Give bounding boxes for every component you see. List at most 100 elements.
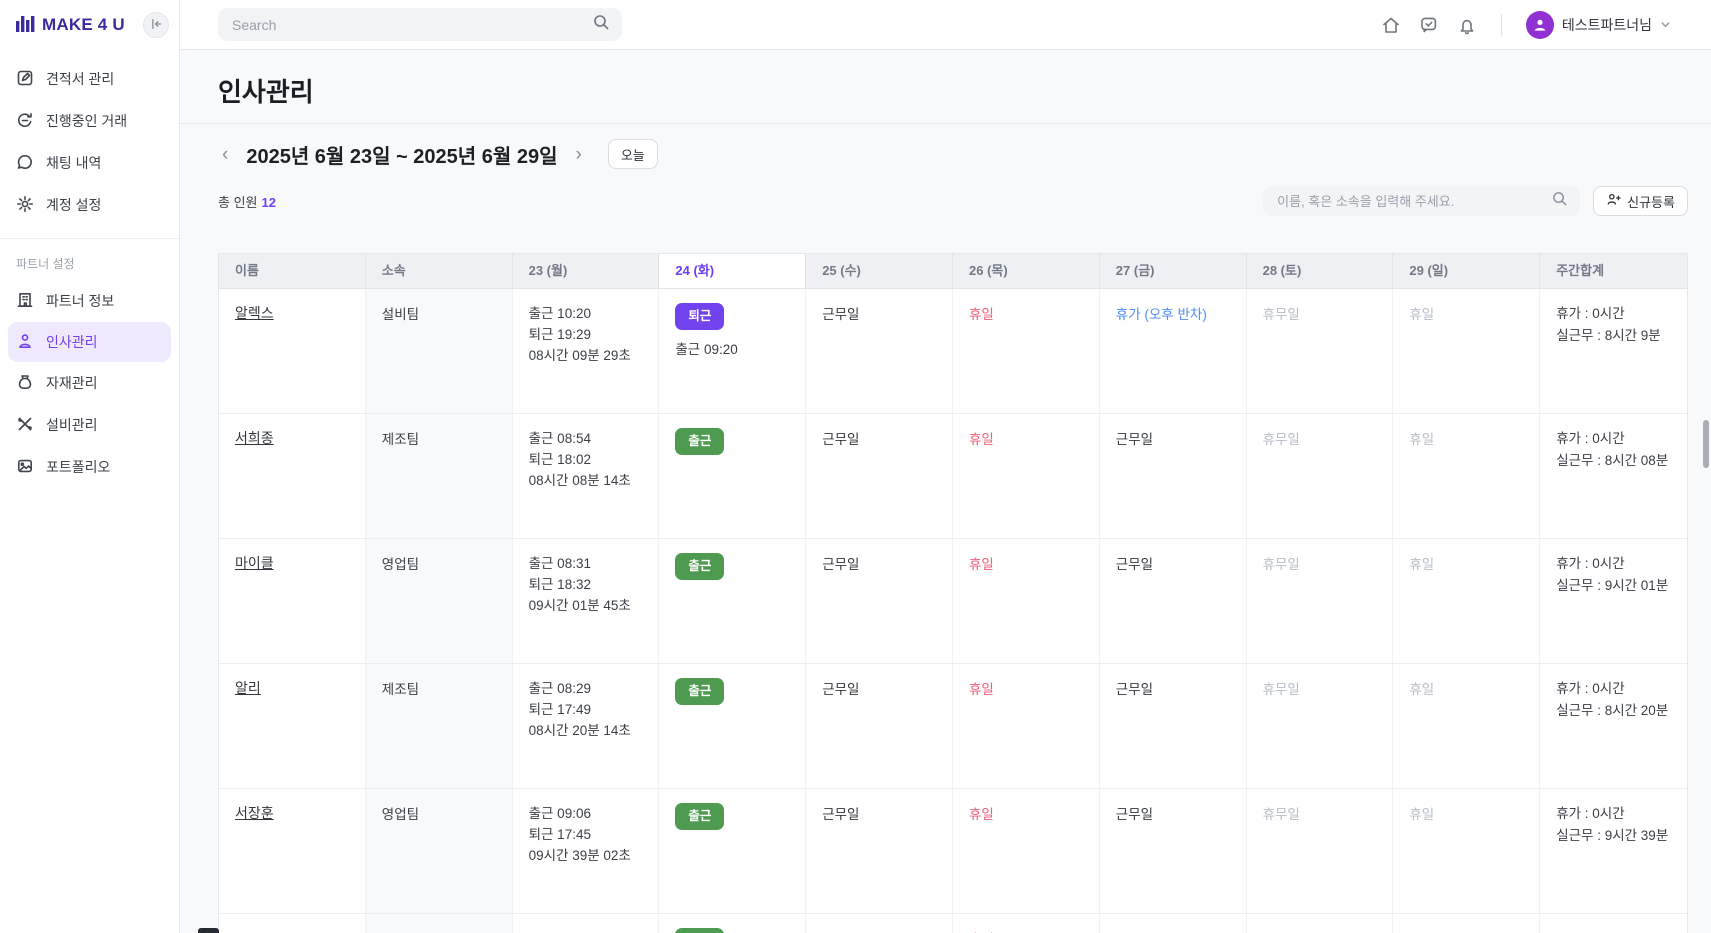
main-area: 테스트파트너님 인사관리 ‹ 2025년 6월 23일 ~ 2025년 6월 2… — [180, 0, 1711, 933]
employee-name-link[interactable]: 마이클 — [235, 553, 349, 573]
sidebar-item-label: 파트너 정보 — [46, 291, 114, 311]
sidebar-item-account-settings[interactable]: 계정 설정 — [0, 184, 179, 226]
attendance-line: 출근 10:20 — [529, 303, 643, 324]
weekly-total-cell: 휴가 : 0시간실근무 : 8시간 20분 — [1540, 664, 1687, 788]
attendance-line: 출근 09:06 — [529, 803, 643, 824]
weekly-total-cell: 휴가 : 0시간실근무 : 8시간 08분 — [1540, 414, 1687, 538]
day-cell-sun: 휴일 — [1393, 289, 1540, 413]
day-cell-thu: 휴일 — [953, 289, 1100, 413]
table-controls: 총 인원12 — [218, 186, 1688, 216]
day-cell-fri: 근무일 — [1100, 414, 1247, 538]
table-row: 출근휴일 — [219, 914, 1687, 933]
day-cell-today: 출근 — [659, 414, 806, 538]
avatar — [1526, 11, 1554, 39]
global-search-input[interactable] — [230, 16, 592, 34]
employee-name-link[interactable]: 알리 — [235, 678, 349, 698]
day-cell-mon: 출근 08:31퇴근 18:3209시간 01분 45초 — [513, 539, 660, 663]
attendance-line: 08시간 20분 14초 — [529, 720, 643, 741]
day-cell-sat: 휴무일 — [1247, 289, 1394, 413]
date-range-label: 2025년 6월 23일 ~ 2025년 6월 29일 — [246, 140, 557, 169]
date-navigation: ‹ 2025년 6월 23일 ~ 2025년 6월 29일 › 오늘 — [218, 139, 1688, 169]
day-cell-thu: 휴일 — [953, 914, 1100, 933]
day-cell-thu: 휴일 — [953, 539, 1100, 663]
prev-week-button[interactable]: ‹ — [218, 143, 232, 166]
day-cell-wed: 근무일 — [806, 664, 953, 788]
global-search[interactable] — [218, 8, 622, 41]
sidebar-item-quotes[interactable]: 견적서 관리 — [0, 58, 179, 100]
status-badge: 출근 — [675, 803, 724, 830]
sidebar-item-materials[interactable]: 자재관리 — [0, 362, 179, 404]
total-line: 실근무 : 8시간 20분 — [1556, 700, 1671, 722]
table-header-row: 이름소속23 (월)24 (화)25 (수)26 (목)27 (금)28 (토)… — [219, 254, 1687, 289]
sidebar-item-label: 진행중인 거래 — [46, 111, 127, 131]
employee-search[interactable] — [1263, 186, 1580, 216]
app-window: MAKE 4 U 견적서 관리 — [0, 0, 1711, 933]
day-cell-sat: 휴무일 — [1247, 789, 1394, 913]
day-cell-fri: 근무일 — [1100, 539, 1247, 663]
day-cell-wed: 근무일 — [806, 289, 953, 413]
sidebar-item-deals[interactable]: 진행중인 거래 — [0, 100, 179, 142]
employee-name-link[interactable]: 알렉스 — [235, 303, 349, 323]
attendance-line: 08시간 09분 29초 — [529, 345, 643, 366]
team-cell: 영업팀 — [366, 789, 513, 913]
sidebar-item-label: 견적서 관리 — [46, 69, 114, 89]
support-icon[interactable] — [1419, 15, 1439, 35]
vertical-scrollbar[interactable] — [1703, 420, 1709, 468]
sidebar-item-chats[interactable]: 채팅 내역 — [0, 142, 179, 184]
search-icon[interactable] — [1551, 190, 1568, 212]
attendance-line: 퇴근 17:45 — [529, 824, 643, 845]
total-line: 실근무 : 9시간 39분 — [1556, 825, 1671, 847]
logo-bars-icon — [16, 14, 35, 37]
day-cell-sun — [1393, 914, 1540, 933]
col-header-3: 24 (화) — [659, 254, 806, 288]
table-row: 마이클영업팀출근 08:31퇴근 18:3209시간 01분 45초출근근무일휴… — [219, 539, 1687, 664]
employee-search-input[interactable] — [1275, 193, 1551, 210]
attendance-line: 출근 08:29 — [529, 678, 643, 699]
day-cell-sat: 휴무일 — [1247, 539, 1394, 663]
home-icon[interactable] — [1381, 15, 1401, 35]
title-divider — [180, 123, 1711, 124]
col-header-6: 27 (금) — [1100, 254, 1247, 288]
day-cell-sun: 휴일 — [1393, 414, 1540, 538]
employee-name-link[interactable]: 서장훈 — [235, 803, 349, 823]
col-header-5: 26 (목) — [953, 254, 1100, 288]
total-line: 실근무 : 8시간 9분 — [1556, 325, 1671, 347]
total-line: 실근무 : 8시간 08분 — [1556, 450, 1671, 472]
sidebar-item-portfolio[interactable]: 포트폴리오 — [0, 446, 179, 488]
team-cell: 제조팀 — [366, 414, 513, 538]
notification-icon[interactable] — [1457, 15, 1477, 35]
day-cell-fri — [1100, 914, 1247, 933]
day-cell-today: 출근 — [659, 664, 806, 788]
chevron-down-icon — [1660, 17, 1671, 33]
register-new-button[interactable]: 신규등록 — [1593, 186, 1688, 216]
gear-icon — [16, 195, 34, 216]
app-logo[interactable]: MAKE 4 U — [16, 14, 125, 37]
weekly-total-cell — [1540, 914, 1687, 933]
topbar-actions: 테스트파트너님 — [1381, 11, 1671, 39]
search-icon[interactable] — [592, 13, 610, 36]
person-add-icon — [1606, 192, 1621, 210]
day-cell-today: 퇴근출근 09:20 — [659, 289, 806, 413]
next-week-button[interactable]: › — [571, 143, 585, 166]
user-menu[interactable]: 테스트파트너님 — [1526, 11, 1671, 39]
status-badge: 출근 — [675, 428, 724, 455]
today-button[interactable]: 오늘 — [608, 139, 658, 169]
day-cell-today: 출근 — [659, 539, 806, 663]
sidebar-item-partner-info[interactable]: 파트너 정보 — [0, 280, 179, 322]
day-cell-sun: 휴일 — [1393, 664, 1540, 788]
day-cell-wed: 근무일 — [806, 414, 953, 538]
employee-name-link[interactable]: 서희종 — [235, 428, 349, 448]
sidebar-item-hr-management[interactable]: 인사관리 — [8, 322, 171, 362]
portfolio-icon — [16, 457, 34, 478]
logo-text: MAKE 4 U — [42, 15, 125, 35]
sidebar-item-label: 계정 설정 — [46, 195, 101, 215]
weekly-total-cell: 휴가 : 0시간실근무 : 9시간 39분 — [1540, 789, 1687, 913]
col-header-8: 29 (일) — [1393, 254, 1540, 288]
sidebar-collapse-button[interactable] — [143, 12, 169, 38]
day-cell-fri: 근무일 — [1100, 664, 1247, 788]
sidebar-item-equipment[interactable]: 설비관리 — [0, 404, 179, 446]
collapse-icon — [149, 17, 163, 34]
day-cell-fri: 휴가 (오후 반차) — [1100, 289, 1247, 413]
day-cell-sat: 휴무일 — [1247, 664, 1394, 788]
attendance-line: 퇴근 18:02 — [529, 449, 643, 470]
